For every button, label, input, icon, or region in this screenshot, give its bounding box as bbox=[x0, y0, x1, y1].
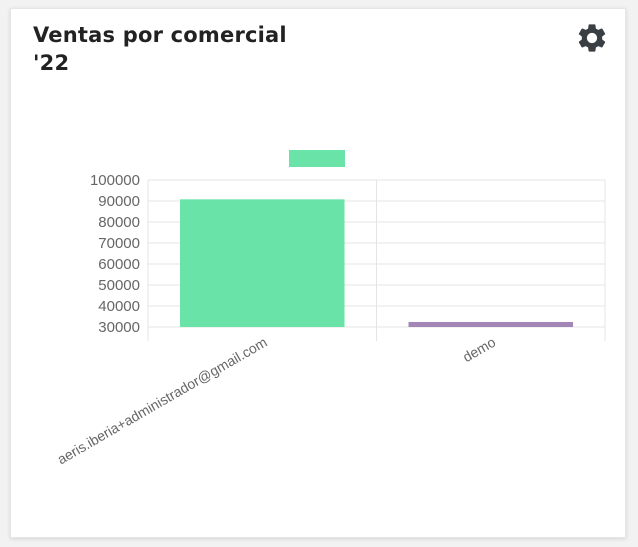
bar-chart: 100000 90000 80000 70000 60000 50000 40000 3000… bbox=[54, 150, 606, 468]
y-tick-label: 60000 bbox=[98, 256, 140, 273]
x-category-label: aeris.iberia+administrador@gmail.com bbox=[54, 334, 269, 468]
y-tick-label: 40000 bbox=[98, 298, 140, 315]
y-tick-label: 100000 bbox=[90, 172, 140, 189]
y-tick-label: 50000 bbox=[98, 277, 140, 294]
y-tick-label: 90000 bbox=[98, 193, 140, 210]
y-tick-label: 80000 bbox=[98, 214, 140, 231]
chart-card: Ventas por comercial '22 100000 90000 8000… bbox=[10, 8, 626, 538]
bar bbox=[408, 321, 574, 327]
y-tick-label: 30000 bbox=[98, 319, 140, 336]
x-category-label: demo bbox=[460, 334, 499, 365]
legend-swatch bbox=[289, 150, 345, 167]
bar bbox=[179, 199, 345, 327]
y-tick-label: 70000 bbox=[98, 235, 140, 252]
